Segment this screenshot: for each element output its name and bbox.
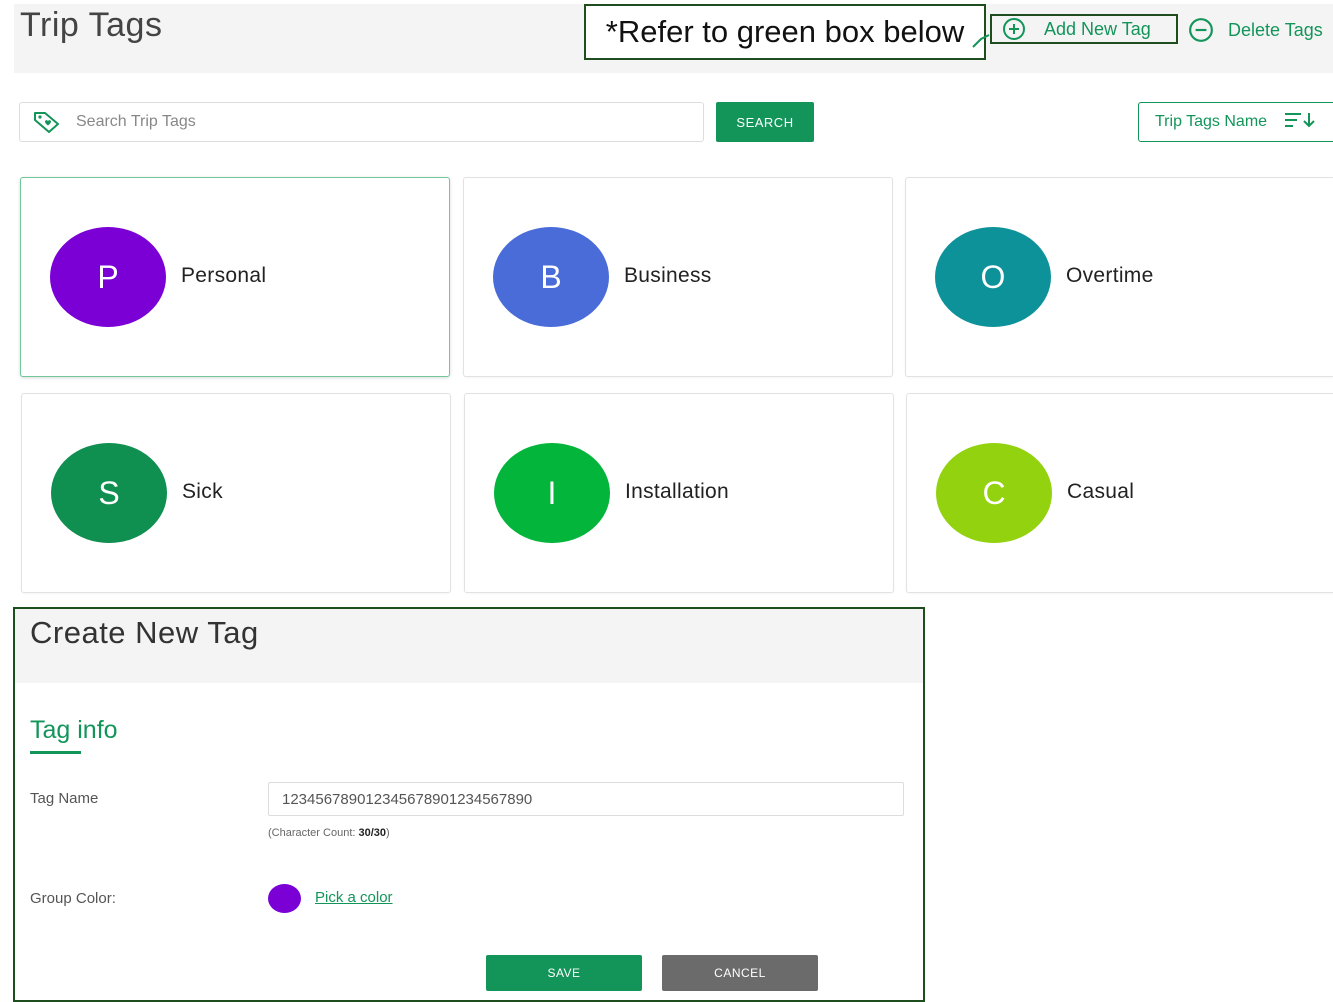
tag-heart-icon [32,110,62,134]
section-title: Tag info [30,716,118,744]
tag-avatar: S [51,443,167,543]
group-color-label: Group Color: [30,890,116,907]
pick-color-link[interactable]: Pick a color [315,889,393,906]
section-underline [30,751,81,754]
tag-name: Personal [181,264,267,287]
plus-circle-icon [1002,17,1026,41]
tag-name: Business [624,264,712,287]
add-new-tag-button[interactable]: Add New Tag [990,14,1178,44]
tag-name: Overtime [1066,264,1154,287]
cancel-button[interactable]: CANCEL [662,955,818,991]
search-box[interactable] [19,102,704,142]
tag-avatar: O [935,227,1051,327]
tag-card[interactable]: C Casual [906,393,1333,593]
delete-tags-button[interactable]: Delete Tags [1188,16,1323,44]
tag-name: Sick [182,480,223,503]
save-button[interactable]: SAVE [486,955,642,991]
tag-avatar: C [936,443,1052,543]
group-color-swatch[interactable] [268,884,301,913]
minus-circle-icon [1188,17,1214,43]
sort-label: Trip Tags Name [1155,113,1268,130]
tag-card[interactable]: I Installation [464,393,894,593]
add-new-tag-label: Add New Tag [1044,18,1151,39]
tag-card[interactable]: O Overtime [905,177,1333,377]
tag-avatar: I [494,443,610,543]
search-button[interactable]: SEARCH [716,102,814,142]
tag-avatar: P [50,227,166,327]
dialog-title: Create New Tag [30,615,259,650]
create-tag-dialog: Create New Tag Tag info Tag Name (Charac… [13,607,925,1002]
tag-avatar: B [493,227,609,327]
character-count: (Character Count: 30/30) [268,827,390,839]
tag-name: Casual [1067,480,1135,503]
callout-pointer-icon [972,34,990,48]
tag-name-input[interactable] [268,782,904,816]
tag-card[interactable]: P Personal [20,177,450,377]
callout-note: *Refer to green box below [584,4,986,60]
tag-card[interactable]: S Sick [21,393,451,593]
tag-card[interactable]: B Business [463,177,893,377]
sort-button[interactable]: Trip Tags Name [1138,102,1333,142]
delete-tags-label: Delete Tags [1228,19,1323,40]
sort-descending-icon [1283,111,1317,134]
tag-name: Installation [625,480,729,503]
search-input[interactable] [74,112,703,132]
page-title: Trip Tags [20,6,163,44]
tag-name-label: Tag Name [30,790,99,807]
character-count-value: 30/30 [358,827,387,839]
